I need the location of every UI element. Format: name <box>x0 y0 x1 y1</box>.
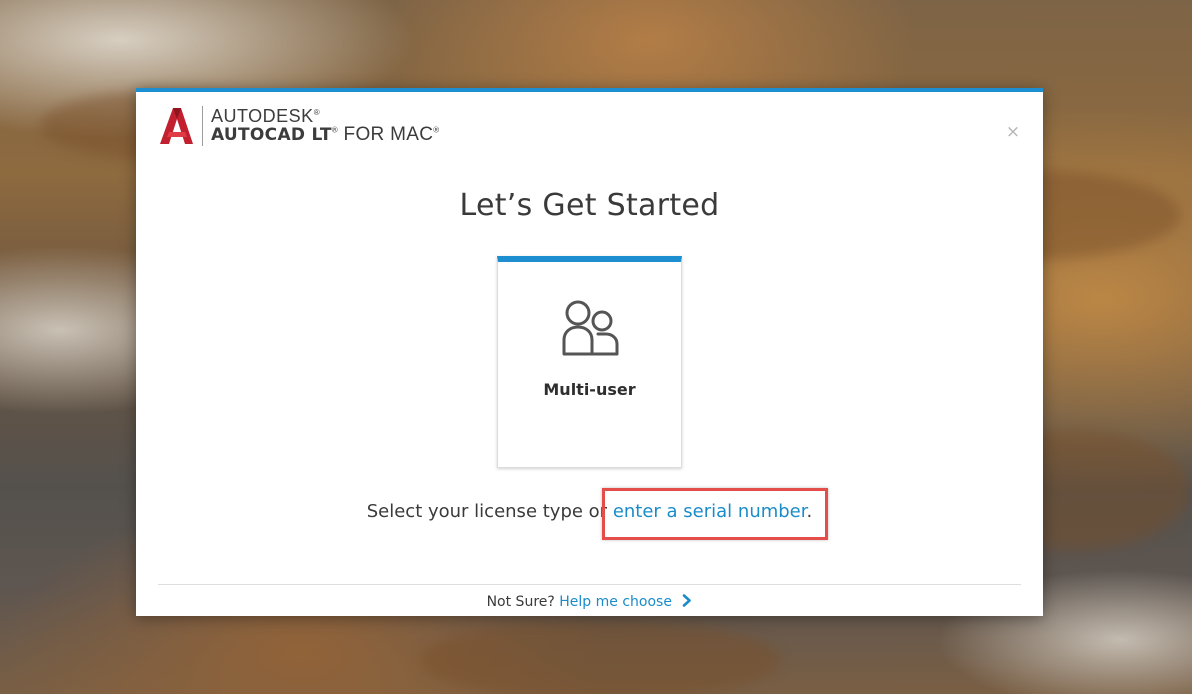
license-option-multi-user[interactable]: Multi-user <box>497 256 682 468</box>
prompt-text: Select your license type or <box>366 501 613 522</box>
close-icon[interactable]: × <box>1006 122 1020 142</box>
license-dialog: AUTODESK® AUTOCAD LT® FOR MAC® × Let’s G… <box>136 88 1043 616</box>
product-platform-text: FOR MAC <box>337 124 434 146</box>
registered-mark: ® <box>313 107 321 117</box>
footer-question: Not Sure? <box>486 594 555 610</box>
license-option-label: Multi-user <box>543 380 636 399</box>
close-button[interactable]: × <box>1005 122 1021 142</box>
chevron-right-icon[interactable] <box>682 594 692 607</box>
company-name-text: AUTODESK <box>211 105 314 126</box>
brand-text: AUTODESK® AUTOCAD LT® FOR MAC® <box>211 105 439 146</box>
prompt-period: . <box>806 501 813 522</box>
desktop-background: AUTODESK® AUTOCAD LT® FOR MAC® × Let’s G… <box>0 0 1192 694</box>
terrain-ridge <box>420 620 780 694</box>
help-me-choose-link[interactable]: Help me choose <box>559 594 672 610</box>
enter-serial-number-link[interactable]: enter a serial number <box>613 501 807 522</box>
footer-divider <box>158 584 1021 585</box>
dialog-title: Let’s Get Started <box>459 188 720 223</box>
license-prompt: Select your license type or enter a seri… <box>136 501 1043 522</box>
brand-divider <box>202 106 203 146</box>
product-name-text: AUTOCAD LT <box>211 125 332 146</box>
brand-header: AUTODESK® AUTOCAD LT® FOR MAC® <box>158 106 439 146</box>
autodesk-a-logo-icon <box>160 108 193 144</box>
product-name: AUTOCAD LT® FOR MAC® <box>211 125 439 145</box>
company-name: AUTODESK® <box>211 105 439 126</box>
dialog-footer: Not Sure? Help me choose <box>136 594 1043 610</box>
multi-user-icon <box>562 300 619 356</box>
registered-mark: ® <box>433 126 440 136</box>
